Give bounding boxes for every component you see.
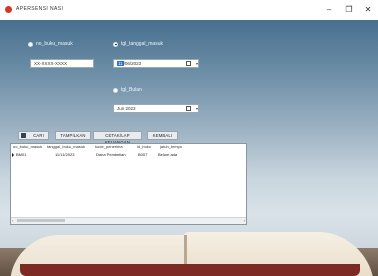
background-book-cover bbox=[20, 264, 360, 276]
chevron-down-icon[interactable]: ▾ bbox=[196, 60, 198, 67]
radio-dot bbox=[28, 41, 33, 47]
grid-cell: BM01 bbox=[16, 152, 27, 157]
radio-dot bbox=[113, 87, 118, 93]
date-picker-bulan[interactable]: Jun 2023 ▾ bbox=[113, 104, 199, 113]
calendar-icon[interactable] bbox=[186, 61, 191, 66]
window-title: APERSENSI NASI bbox=[16, 6, 64, 12]
main-panel: no_buku_masuk tgl_tanggal_masuk tgl_Bula… bbox=[0, 20, 378, 276]
radio-label: no_buku_masuk bbox=[36, 41, 73, 47]
date-rest-part: /06/2023 bbox=[123, 61, 142, 66]
date-selected-part: 11 bbox=[117, 61, 124, 66]
kembali-button[interactable]: KEMBALI bbox=[147, 131, 178, 140]
grid-col-header[interactable]: no_buku_masuk bbox=[11, 144, 47, 152]
grid-header: no_buku_masuk tanggal_buku_masuk kode_pe… bbox=[11, 144, 246, 152]
scroll-thumb[interactable] bbox=[17, 219, 65, 222]
close-button[interactable]: ✕ bbox=[362, 4, 374, 16]
radio-label: tgl_Bulan bbox=[121, 87, 142, 93]
grid-cell: Dana Pembelian bbox=[96, 152, 126, 157]
grid-col-header[interactable]: kode_penerima bbox=[95, 144, 137, 152]
grid-cell: B007 bbox=[138, 152, 148, 157]
radio-label: tgl_tanggal_masuk bbox=[121, 41, 163, 47]
data-grid[interactable]: no_buku_masuk tanggal_buku_masuk kode_pe… bbox=[10, 143, 247, 225]
tampilkan-button[interactable]: TAMPILKAN bbox=[55, 131, 91, 140]
cetak-button[interactable]: CETAK/LAP KEUANGAN bbox=[93, 131, 142, 145]
search-icon bbox=[21, 133, 26, 138]
grid-cell: Belum ada bbox=[158, 152, 178, 157]
cari-label: CARI bbox=[33, 133, 44, 138]
chevron-down-icon[interactable]: ▾ bbox=[196, 105, 198, 112]
minimize-button[interactable]: – bbox=[323, 4, 335, 16]
radio-tanggal-masuk[interactable]: tgl_tanggal_masuk bbox=[113, 41, 163, 47]
scroll-left-icon[interactable]: ‹ bbox=[12, 218, 13, 223]
app-icon bbox=[5, 6, 12, 13]
radio-dot-checked bbox=[113, 41, 118, 47]
cari-button[interactable]: CARI bbox=[18, 131, 49, 140]
grid-col-header[interactable]: id_buku bbox=[137, 144, 160, 152]
maximize-button[interactable]: ❐ bbox=[343, 4, 355, 16]
scroll-right-icon[interactable]: › bbox=[244, 218, 245, 223]
radio-no-buku-masuk[interactable]: no_buku_masuk bbox=[28, 41, 73, 47]
date-value: Jun 2023 bbox=[117, 106, 136, 111]
title-bar: APERSENSI NASI – ❐ ✕ bbox=[0, 0, 378, 20]
calendar-icon[interactable] bbox=[186, 106, 191, 111]
radio-bulan[interactable]: tgl_Bulan bbox=[113, 87, 142, 93]
table-row[interactable]: BM01 11/11/2023 Dana Pembelian B007 Belu… bbox=[11, 152, 246, 158]
horizontal-scrollbar[interactable]: ‹ › bbox=[11, 217, 246, 224]
date-picker-tanggal[interactable]: 11/06/2023 ▾ bbox=[113, 59, 199, 68]
grid-col-header[interactable]: tanggal_buku_masuk bbox=[47, 144, 95, 152]
grid-cell: 11/11/2023 bbox=[55, 152, 75, 157]
no-buku-input[interactable]: XX-XXXX-XXXX bbox=[30, 59, 94, 68]
grid-col-header[interactable]: jatuh_tempo bbox=[160, 144, 190, 152]
